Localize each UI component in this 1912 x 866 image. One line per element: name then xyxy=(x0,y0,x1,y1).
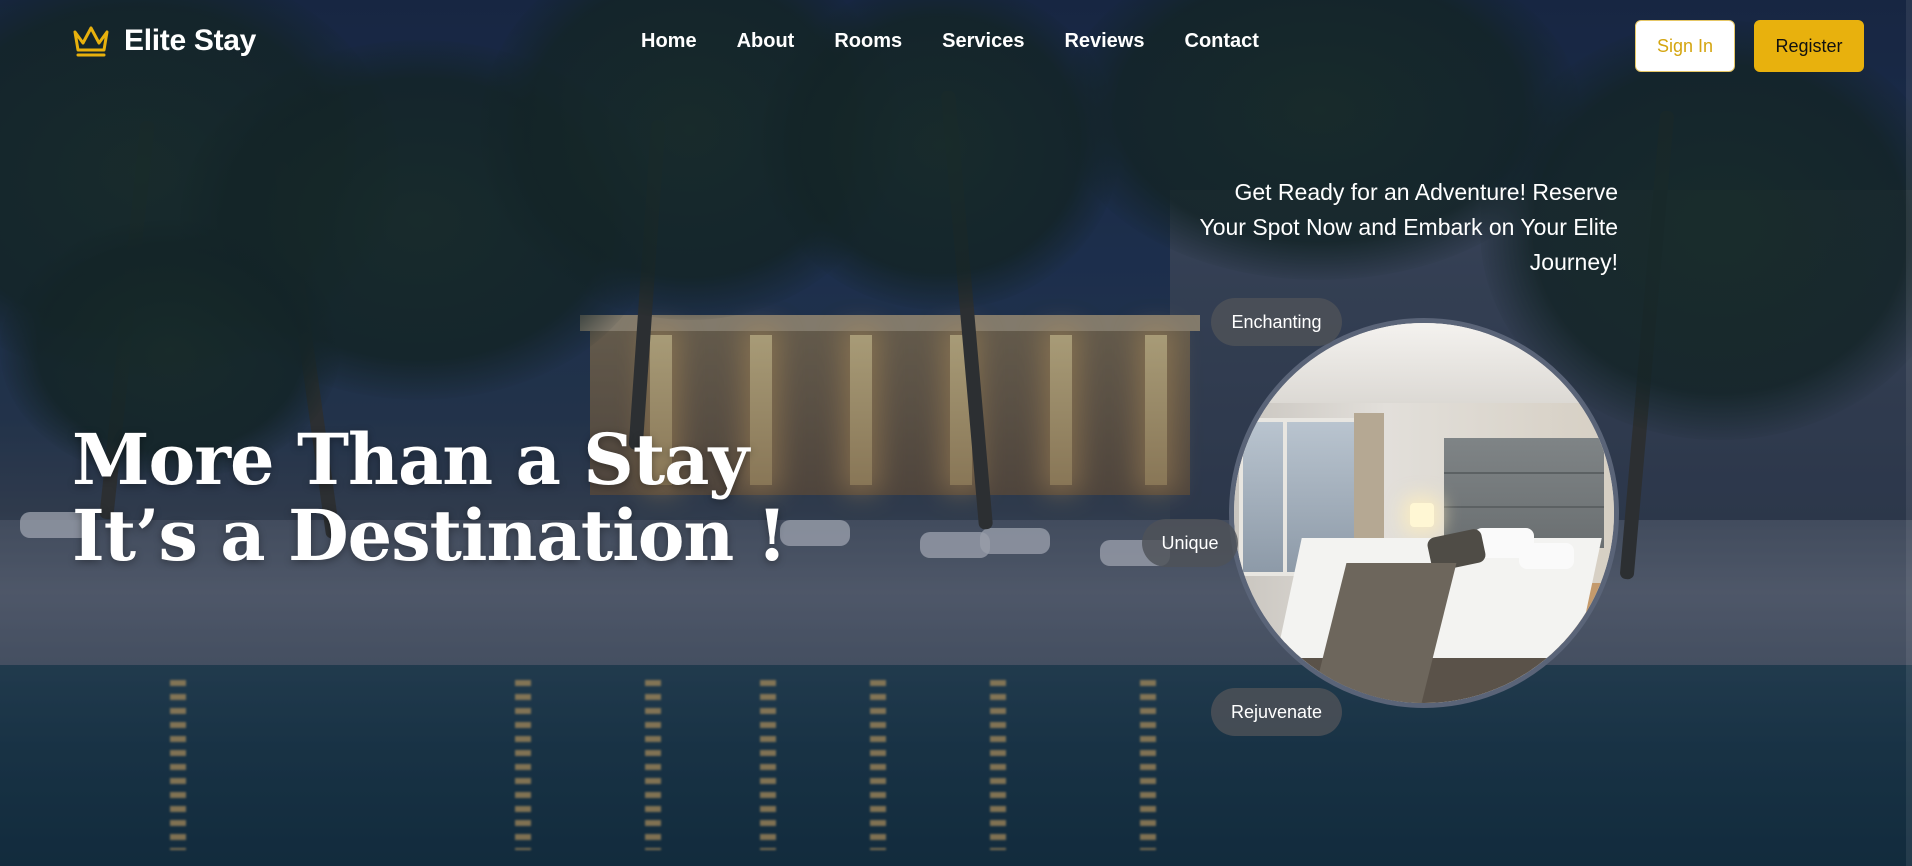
crown-icon xyxy=(72,24,110,58)
brand-name: Elite Stay xyxy=(124,24,257,57)
hero-tagline: Get Ready for an Adventure! Reserve Your… xyxy=(1199,179,1618,275)
nav-link-rooms[interactable]: Rooms xyxy=(834,30,902,53)
hero-title-line-2: It’s a Destination ! xyxy=(72,494,787,577)
nav-link-contact[interactable]: Contact xyxy=(1185,30,1259,53)
main-menu: Home About Rooms Services Reviews Contac… xyxy=(641,30,1259,53)
hero-title-line-1: More Than a Stay xyxy=(72,418,749,501)
nav-link-home[interactable]: Home xyxy=(641,30,697,53)
register-button[interactable]: Register xyxy=(1754,20,1864,72)
nav-link-about[interactable]: About xyxy=(737,30,795,53)
page-scrollbar[interactable] xyxy=(1906,0,1912,866)
badge-enchanting: Enchanting xyxy=(1211,298,1342,346)
brand-logo[interactable]: Elite Stay xyxy=(72,24,256,58)
nav-link-services[interactable]: Services xyxy=(942,30,1024,53)
badge-unique: Unique xyxy=(1142,519,1238,567)
badge-rejuvenate: Rejuvenate xyxy=(1211,688,1342,736)
top-navbar: Elite Stay Home About Rooms Services Rev… xyxy=(0,0,1912,90)
hero-title: More Than a Stay It’s a Destination ! xyxy=(72,418,787,577)
sign-in-button[interactable]: Sign In xyxy=(1635,20,1735,72)
nav-link-reviews[interactable]: Reviews xyxy=(1064,30,1144,53)
room-photo xyxy=(1229,318,1619,708)
